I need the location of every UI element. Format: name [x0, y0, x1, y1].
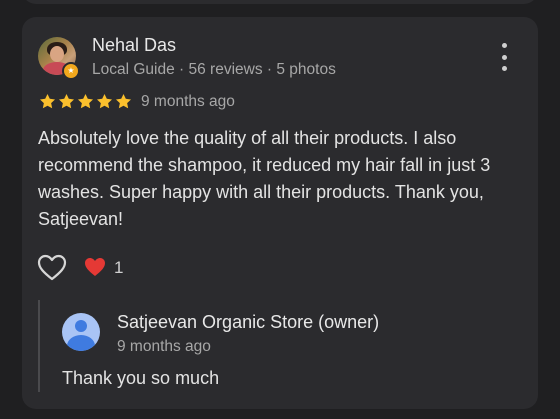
reaction-count: 1 [114, 258, 124, 277]
reviewer-name[interactable]: Nehal Das [92, 35, 176, 56]
local-guide-badge-icon: ★ [62, 62, 80, 80]
previous-review-card [22, 0, 538, 4]
owner-reply-text: Thank you so much [62, 368, 220, 388]
star-icon [96, 93, 113, 109]
owner-name: Satjeevan Organic Store (owner) [117, 312, 380, 332]
review-card: ★ Nehal Das Local Guide · 56 reviews · 5… [22, 17, 538, 409]
more-vert-icon[interactable] [496, 43, 512, 71]
owner-reply-date: 9 months ago [117, 338, 211, 355]
red-heart-emoji-icon[interactable] [84, 257, 106, 277]
star-icon [77, 93, 94, 109]
star-rating [38, 92, 133, 111]
avatar-face [50, 46, 64, 62]
review-text: Absolutely love the quality of all their… [38, 128, 491, 229]
review-date: 9 months ago [141, 93, 235, 110]
reviewer-meta: Local Guide · 56 reviews · 5 photos [92, 61, 336, 78]
star-icon [115, 93, 132, 109]
heart-outline-icon[interactable] [37, 254, 67, 281]
owner-avatar-icon [62, 313, 100, 351]
star-icon [58, 93, 75, 109]
star-icon [39, 93, 56, 109]
reply-divider-line [38, 300, 40, 392]
